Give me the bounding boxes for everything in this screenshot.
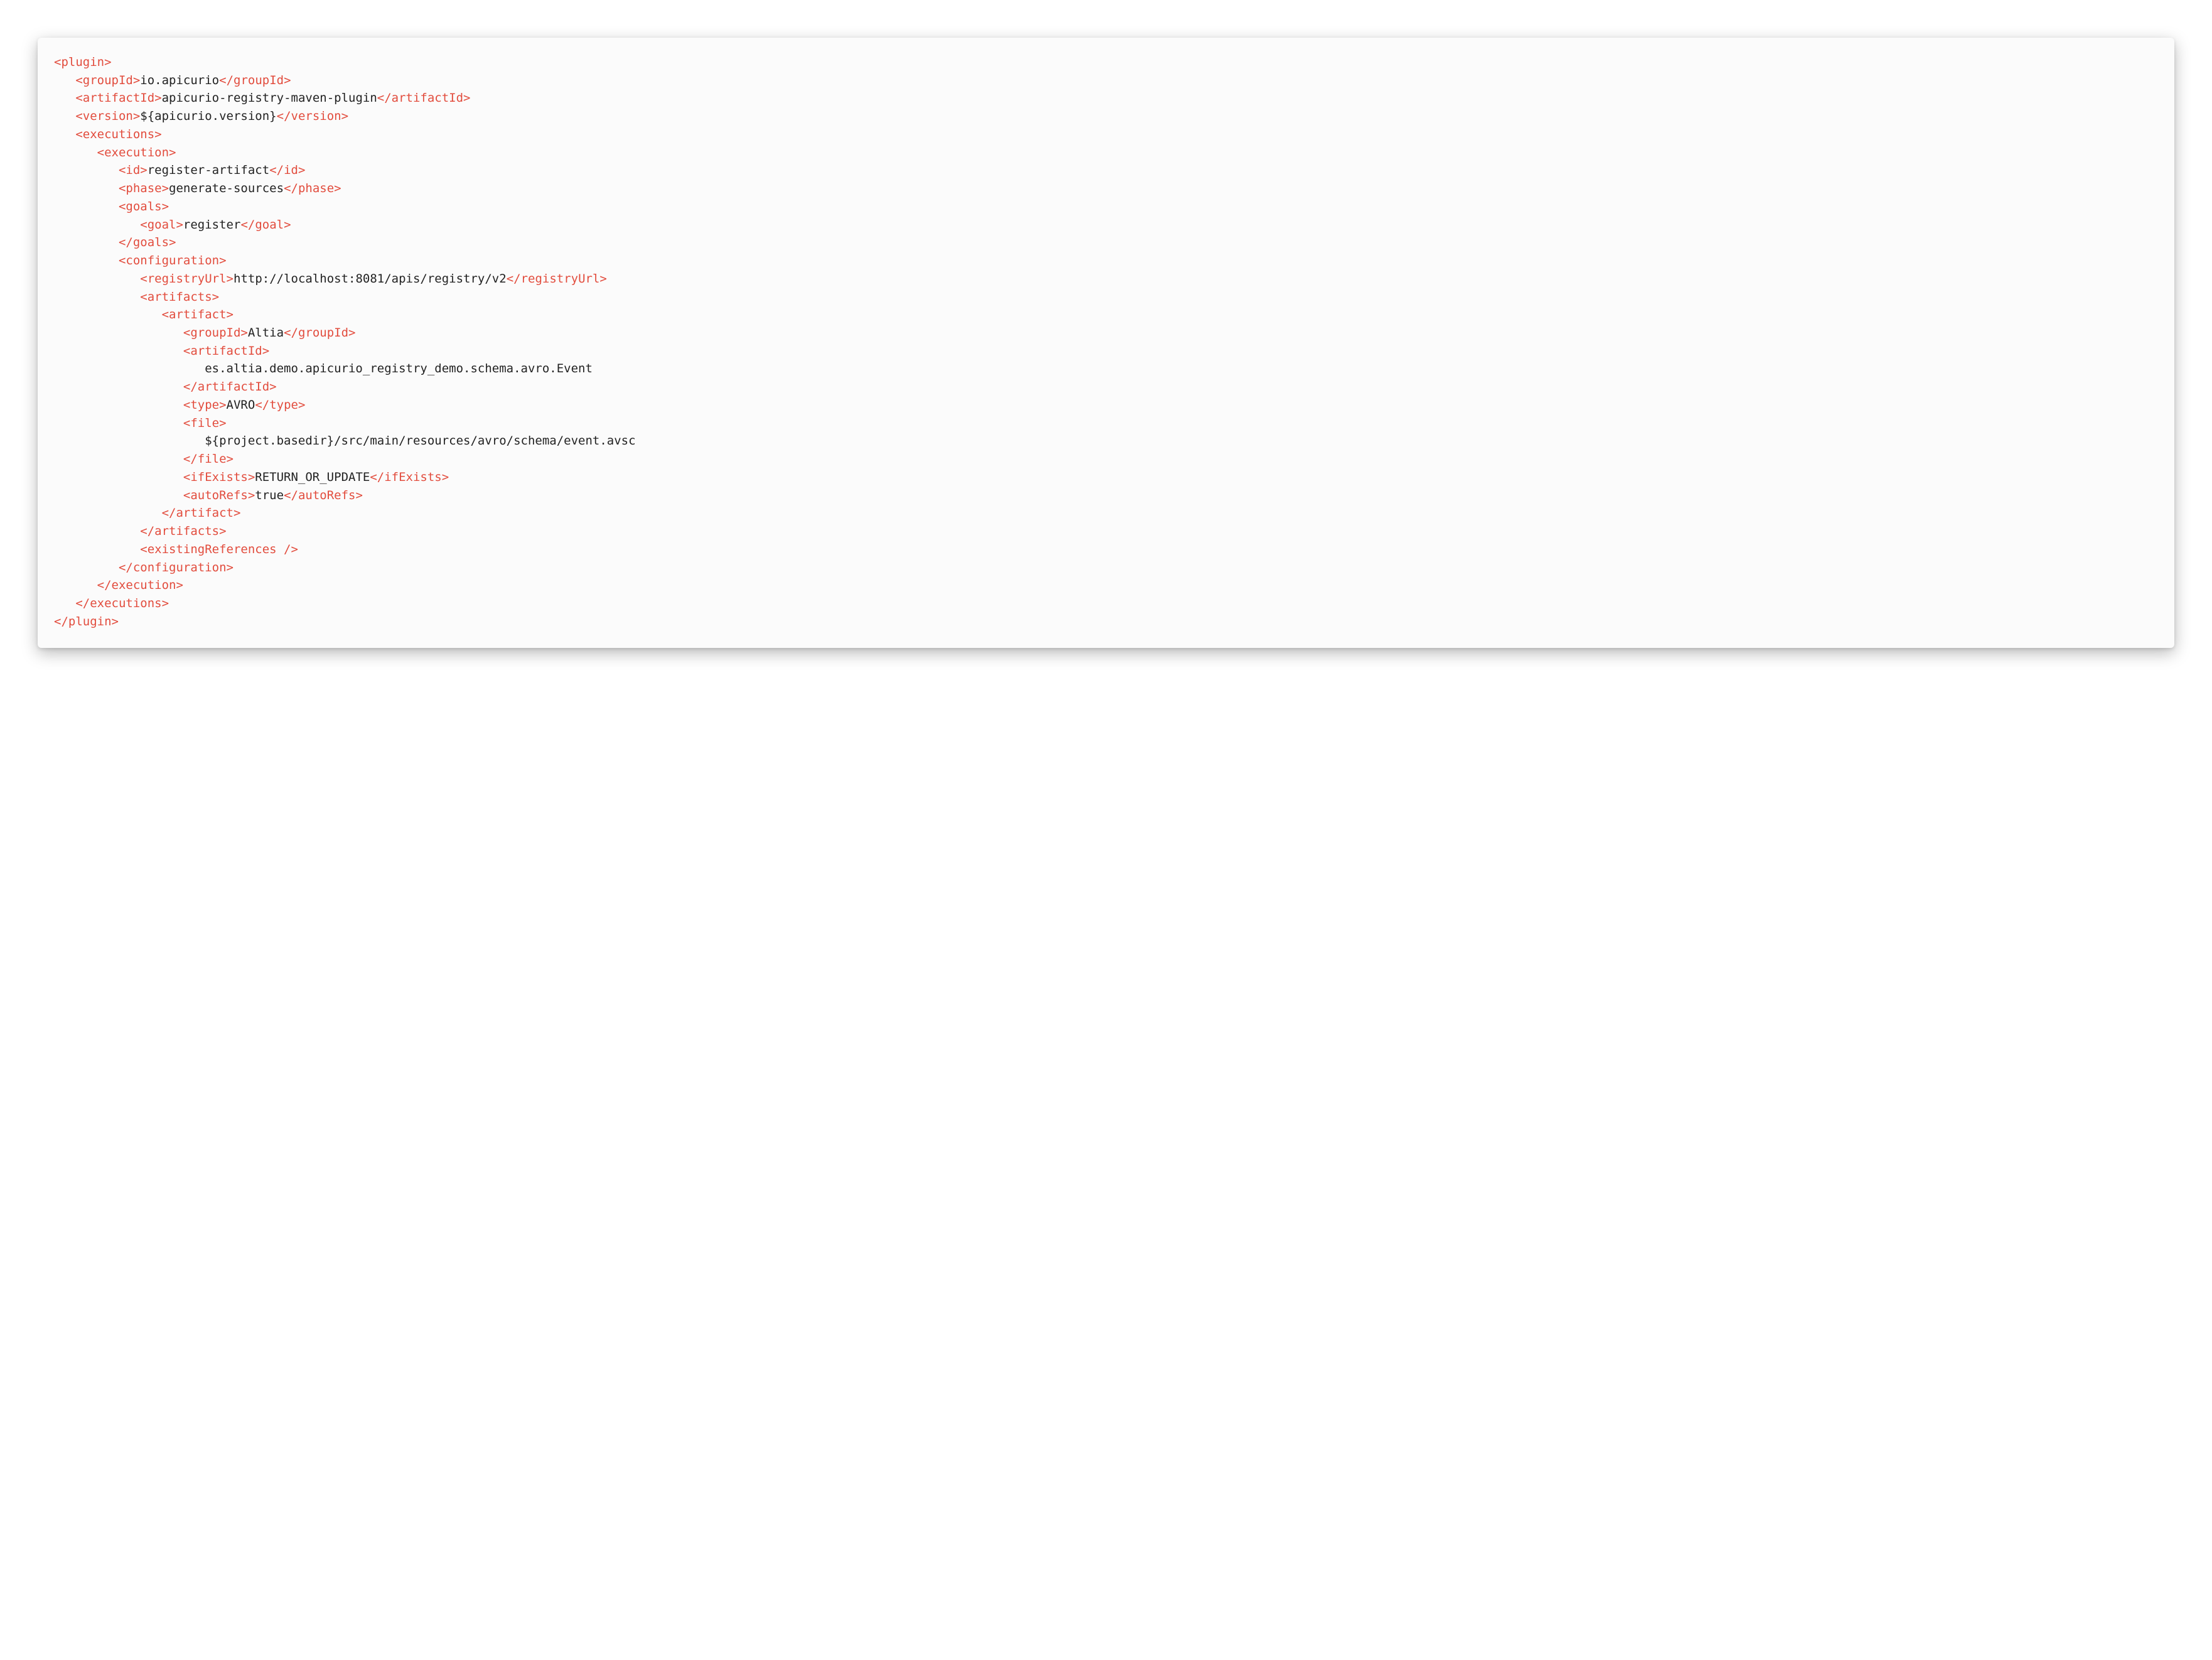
xml-tag: </file> <box>183 452 234 466</box>
xml-tag: </version> <box>277 109 348 123</box>
xml-tag: <goals> <box>119 200 169 213</box>
xml-tag: <artifacts> <box>140 290 219 304</box>
xml-tag: <configuration> <box>119 254 227 267</box>
xml-tag: <plugin> <box>54 55 112 69</box>
xml-tag: </ifExists> <box>370 470 449 484</box>
xml-tag: <execution> <box>97 146 176 159</box>
xml-text: AVRO <box>227 398 255 412</box>
xml-text: generate-sources <box>169 181 284 195</box>
code-content: <plugin> <groupId>io.apicurio</groupId> … <box>54 55 636 628</box>
xml-text: ${apicurio.version} <box>140 109 276 123</box>
xml-tag: </registryUrl> <box>507 272 607 286</box>
xml-tag: <groupId> <box>183 326 248 340</box>
xml-text: http://localhost:8081/apis/registry/v2 <box>234 272 507 286</box>
xml-tag: </type> <box>255 398 305 412</box>
xml-tag: </id> <box>269 163 305 177</box>
xml-tag: </executions> <box>75 596 169 610</box>
xml-tag: </artifact> <box>162 506 241 520</box>
xml-text: Altia <box>248 326 284 340</box>
xml-tag: <phase> <box>119 181 169 195</box>
xml-text: es.altia.demo.apicurio_registry_demo.sch… <box>205 362 593 375</box>
xml-text: RETURN_OR_UPDATE <box>255 470 370 484</box>
xml-tag: </artifacts> <box>140 524 226 538</box>
xml-tag: <goal> <box>140 218 183 232</box>
xml-tag: </artifactId> <box>377 91 471 105</box>
xml-tag: </configuration> <box>119 561 234 574</box>
xml-tag: <executions> <box>75 127 161 141</box>
xml-text: ${project.basedir}/src/main/resources/av… <box>205 434 635 448</box>
xml-tag: </goal> <box>240 218 291 232</box>
xml-text: apicurio-registry-maven-plugin <box>162 91 377 105</box>
xml-tag: <ifExists> <box>183 470 255 484</box>
xml-tag: <autoRefs> <box>183 488 255 502</box>
xml-tag: </groupId> <box>284 326 355 340</box>
xml-tag: <artifactId> <box>183 344 269 358</box>
xml-tag: <version> <box>75 109 140 123</box>
xml-tag: <artifact> <box>162 308 234 321</box>
xml-tag: </phase> <box>284 181 341 195</box>
code-block: <plugin> <groupId>io.apicurio</groupId> … <box>38 38 2174 648</box>
xml-text: io.apicurio <box>140 73 219 87</box>
xml-tag: </autoRefs> <box>284 488 363 502</box>
xml-tag: <type> <box>183 398 227 412</box>
xml-tag: </plugin> <box>54 615 119 628</box>
xml-tag: <artifactId> <box>75 91 161 105</box>
xml-tag: <groupId> <box>75 73 140 87</box>
xml-tag: <id> <box>119 163 148 177</box>
xml-tag: </execution> <box>97 578 183 592</box>
xml-tag: </goals> <box>119 235 176 249</box>
xml-tag: </groupId> <box>219 73 291 87</box>
xml-tag: <file> <box>183 416 227 430</box>
xml-tag: </artifactId> <box>183 380 277 394</box>
xml-text: register <box>183 218 241 232</box>
xml-text: register-artifact <box>148 163 269 177</box>
xml-tag: <existingReferences /> <box>140 542 298 556</box>
xml-tag: <registryUrl> <box>140 272 234 286</box>
xml-text: true <box>255 488 284 502</box>
